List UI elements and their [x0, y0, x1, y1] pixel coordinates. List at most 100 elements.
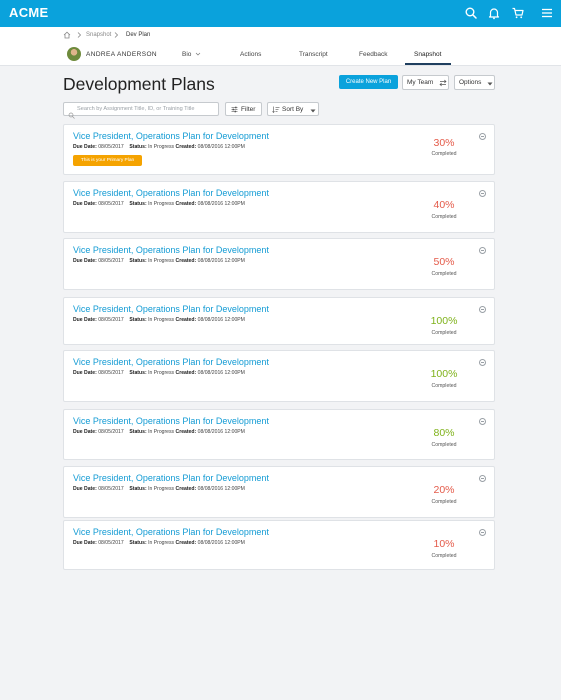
- created-value: 08/08/2016 12:00PM: [197, 317, 245, 323]
- tab-feedback[interactable]: Feedback: [359, 51, 388, 58]
- plan-card[interactable]: Vice President, Operations Plan for Deve…: [63, 238, 495, 290]
- created-label: Created:: [175, 370, 197, 376]
- home-icon[interactable]: [63, 31, 71, 41]
- due-date-label: Due Date:: [73, 201, 97, 207]
- completion-label: Completed: [431, 499, 457, 505]
- app-logo[interactable]: ACME: [9, 5, 48, 20]
- breadcrumb-current: Dev Plan: [126, 32, 151, 38]
- status-value: In Progress: [148, 317, 175, 323]
- my-team-button[interactable]: My Team: [402, 75, 449, 90]
- plan-card[interactable]: Vice President, Operations Plan for Deve…: [63, 297, 495, 345]
- plan-meta: Due Date: 08/05/2017 Status: In Progress…: [73, 317, 245, 323]
- plan-title[interactable]: Vice President, Operations Plan for Deve…: [73, 416, 269, 426]
- completion-percent: 100%: [430, 368, 458, 380]
- due-date-value: 08/05/2017: [98, 370, 124, 376]
- completion-label: Completed: [431, 214, 457, 220]
- avatar[interactable]: [67, 47, 81, 61]
- menu-icon[interactable]: [540, 6, 554, 20]
- status-value: In Progress: [148, 258, 175, 264]
- plan-title[interactable]: Vice President, Operations Plan for Deve…: [73, 245, 269, 255]
- sliders-icon: [231, 106, 238, 115]
- created-value: 08/08/2016 12:00PM: [197, 429, 245, 435]
- bell-icon[interactable]: [487, 6, 501, 20]
- my-team-label: My Team: [407, 79, 434, 86]
- chevron-down-icon: [195, 51, 201, 59]
- collapse-icon[interactable]: [479, 306, 486, 313]
- swap-icon: [439, 79, 447, 89]
- collapse-icon[interactable]: [479, 418, 486, 425]
- created-label: Created:: [175, 429, 197, 435]
- plan-meta: Due Date: 08/05/2017 Status: In Progress…: [73, 144, 245, 150]
- created-label: Created:: [175, 258, 197, 264]
- plan-title[interactable]: Vice President, Operations Plan for Deve…: [73, 131, 269, 141]
- due-date-value: 08/05/2017: [98, 317, 124, 323]
- plan-card[interactable]: Vice President, Operations Plan for Deve…: [63, 520, 495, 570]
- collapse-icon[interactable]: [479, 247, 486, 254]
- created-label: Created:: [175, 144, 197, 150]
- filter-button[interactable]: Filter: [225, 102, 262, 116]
- create-new-plan-button[interactable]: Create New Plan: [339, 75, 398, 89]
- plan-card[interactable]: Vice President, Operations Plan for Deve…: [63, 409, 495, 460]
- due-date-label: Due Date:: [73, 370, 97, 376]
- created-value: 08/08/2016 12:00PM: [197, 258, 245, 264]
- sort-by-label: Sort By: [282, 106, 304, 113]
- status-value: In Progress: [148, 201, 175, 207]
- plan-card[interactable]: Vice President, Operations Plan for Deve…: [63, 181, 495, 233]
- status-label: Status:: [129, 429, 147, 435]
- tab-actions[interactable]: Actions: [240, 51, 261, 58]
- plan-meta: Due Date: 08/05/2017 Status: In Progress…: [73, 540, 245, 546]
- completion-percent: 80%: [433, 427, 455, 439]
- tab-label: Bio: [182, 51, 192, 58]
- status-label: Status:: [129, 201, 147, 207]
- breadcrumb-link[interactable]: Snapshot: [86, 32, 111, 38]
- search-box: [63, 102, 219, 119]
- completion-percent: 50%: [433, 256, 455, 268]
- due-date-label: Due Date:: [73, 429, 97, 435]
- collapse-icon[interactable]: [479, 359, 486, 366]
- completion-percent: 30%: [433, 137, 455, 149]
- search-icon[interactable]: [464, 6, 478, 20]
- plan-title[interactable]: Vice President, Operations Plan for Deve…: [73, 357, 269, 367]
- options-dropdown[interactable]: Options: [454, 75, 495, 90]
- cart-icon[interactable]: [511, 6, 525, 20]
- status-label: Status:: [129, 258, 147, 264]
- tab-snapshot[interactable]: Snapshot: [414, 51, 441, 58]
- completion-label: Completed: [431, 151, 457, 157]
- created-value: 08/08/2016 12:00PM: [197, 540, 245, 546]
- created-label: Created:: [175, 486, 197, 492]
- plan-title[interactable]: Vice President, Operations Plan for Deve…: [73, 188, 269, 198]
- due-date-label: Due Date:: [73, 258, 97, 264]
- status-label: Status:: [129, 370, 147, 376]
- completion-percent: 100%: [430, 315, 458, 327]
- plan-card[interactable]: Vice President, Operations Plan for Deve…: [63, 350, 495, 402]
- user-name: ANDREA ANDERSON: [86, 51, 158, 58]
- search-input[interactable]: [77, 104, 217, 114]
- plan-title[interactable]: Vice President, Operations Plan for Deve…: [73, 304, 269, 314]
- collapse-icon[interactable]: [479, 475, 486, 482]
- plan-meta: Due Date: 08/05/2017 Status: In Progress…: [73, 201, 245, 207]
- sort-icon: [272, 106, 280, 115]
- app-header: ACME: [0, 0, 561, 27]
- tab-transcript[interactable]: Transcript: [299, 51, 328, 58]
- created-value: 08/08/2016 12:00PM: [197, 201, 245, 207]
- active-tab-indicator: [405, 63, 451, 65]
- status-label: Status:: [129, 144, 147, 150]
- plan-meta: Due Date: 08/05/2017 Status: In Progress…: [73, 429, 245, 435]
- due-date-value: 08/05/2017: [98, 486, 124, 492]
- collapse-icon[interactable]: [479, 190, 486, 197]
- plan-title[interactable]: Vice President, Operations Plan for Deve…: [73, 527, 269, 537]
- plan-card[interactable]: Vice President, Operations Plan for Deve…: [63, 124, 495, 175]
- collapse-icon[interactable]: [479, 529, 486, 536]
- collapse-icon[interactable]: [479, 133, 486, 140]
- filter-label: Filter: [241, 106, 256, 113]
- created-value: 08/08/2016 12:00PM: [197, 486, 245, 492]
- due-date-value: 08/05/2017: [98, 144, 124, 150]
- status-label: Status:: [129, 540, 147, 546]
- plan-meta: Due Date: 08/05/2017 Status: In Progress…: [73, 258, 245, 264]
- chevron-right-icon: [76, 31, 82, 41]
- tab-bio[interactable]: Bio: [182, 51, 201, 58]
- sort-by-dropdown[interactable]: Sort By: [267, 102, 319, 116]
- plan-title[interactable]: Vice President, Operations Plan for Deve…: [73, 473, 269, 483]
- plan-card[interactable]: Vice President, Operations Plan for Deve…: [63, 466, 495, 518]
- created-label: Created:: [175, 317, 197, 323]
